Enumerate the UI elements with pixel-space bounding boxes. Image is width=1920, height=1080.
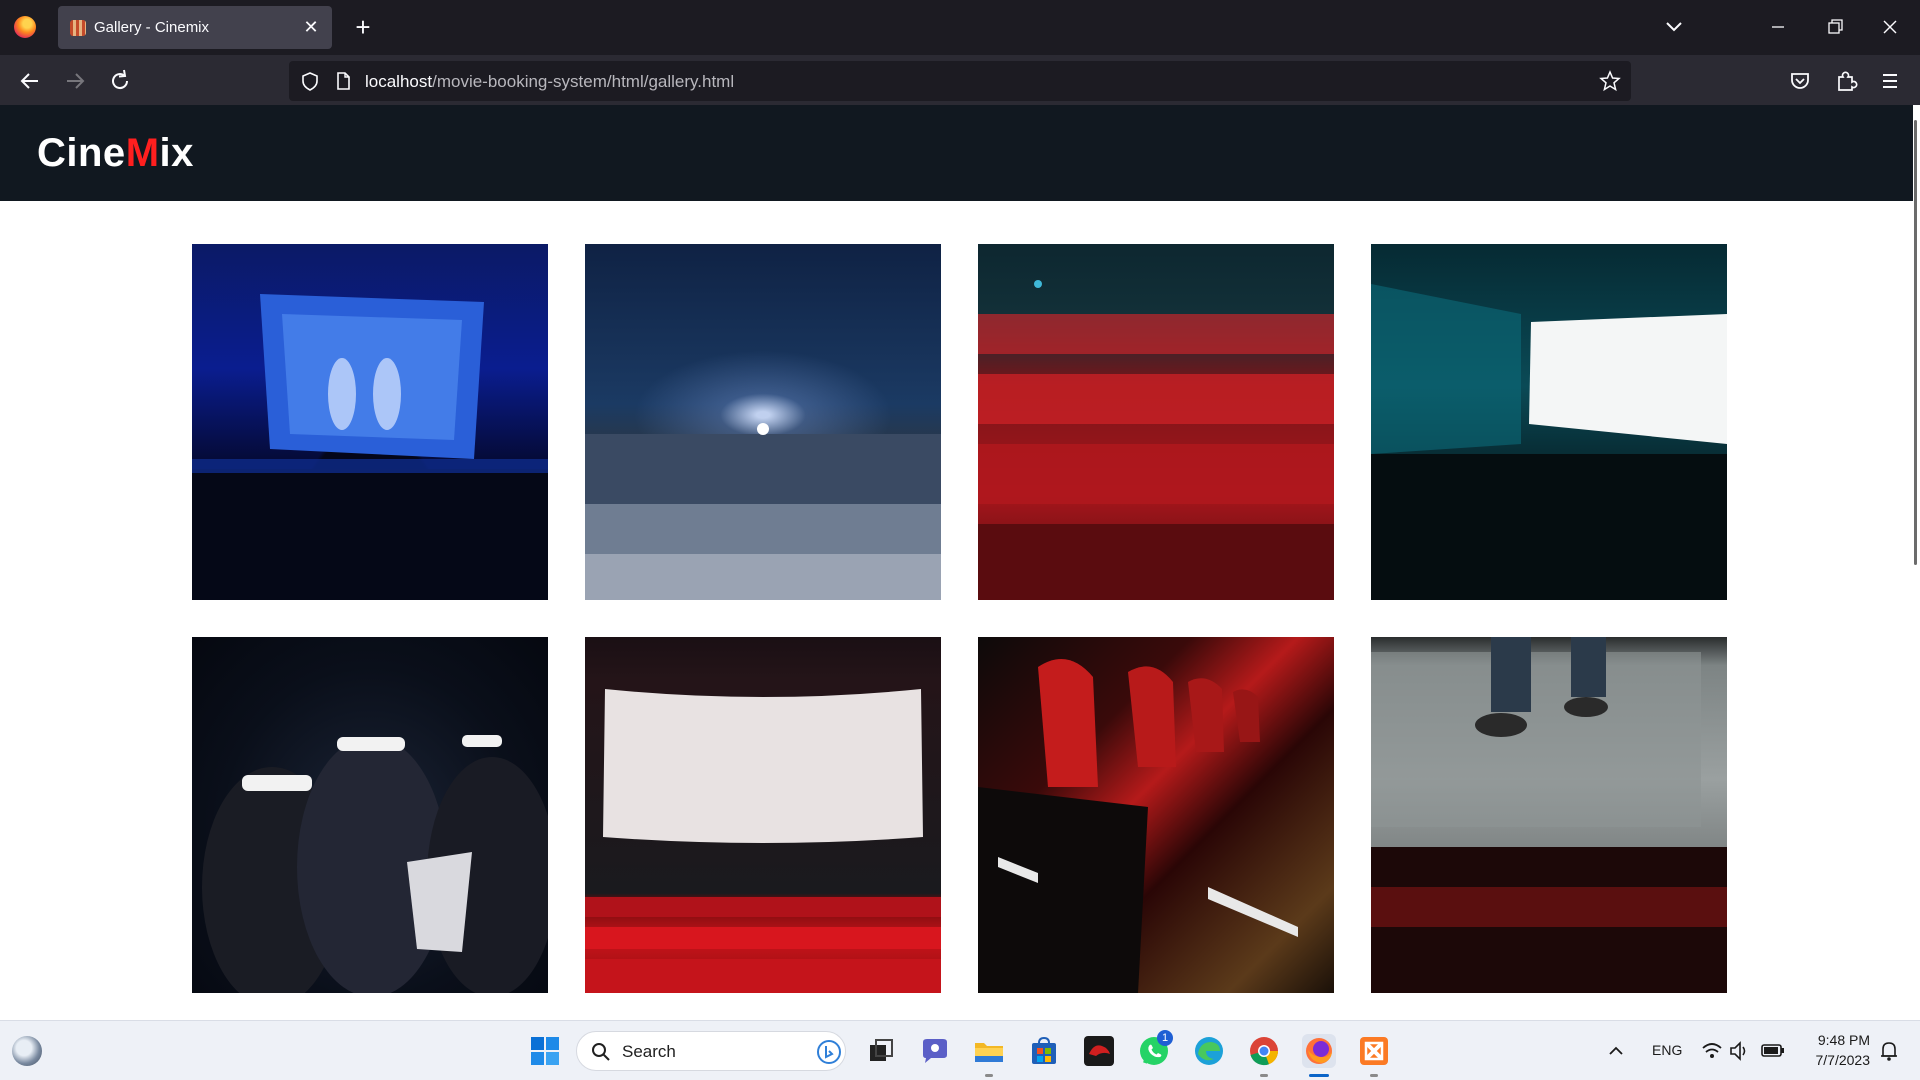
gallery-image-blank-screen-hall[interactable] [1371,244,1727,600]
clock-time[interactable]: 9:48 PM [1810,1032,1870,1048]
firefox-icon [1306,1038,1332,1064]
microsoft-store-button[interactable] [1027,1034,1061,1068]
browser-tab-bar: Gallery - Cinemix ✕ + [0,0,1920,55]
minimize-button[interactable] [1758,12,1798,42]
restore-icon [1828,19,1843,34]
windows-taskbar: Search 1 ENG 9:48 PM 7/7/2023 [0,1020,1920,1080]
battery-icon[interactable] [1760,1034,1786,1068]
gallery-image-audience-red-seats[interactable] [978,244,1334,600]
arrow-left-icon [20,73,38,89]
reload-icon [112,69,129,90]
page-scrollbar-thumb[interactable] [1914,120,1917,565]
firefox-menu-icon[interactable] [14,16,36,38]
logo-text-cine: Cine [37,131,126,175]
show-hidden-icons-button[interactable] [1604,1034,1628,1068]
xampp-button[interactable] [1357,1034,1391,1068]
hamburger-menu-icon [1883,74,1897,88]
gallery-image-3d-glasses-viewers[interactable] [192,637,548,993]
gallery-image-screen-sneakers[interactable] [1371,637,1727,993]
extensions-button[interactable] [1830,65,1862,97]
chrome-icon [1250,1037,1279,1066]
file-explorer-button[interactable] [972,1034,1006,1068]
puzzle-icon [1838,71,1858,91]
volume-icon[interactable] [1728,1034,1752,1068]
new-tab-button[interactable]: + [348,12,378,42]
gaming-app-button[interactable] [1082,1034,1116,1068]
stage-screen-graphic [192,294,548,600]
taskbar-search-box[interactable]: Search [576,1031,846,1071]
cinemix-logo[interactable]: CineMix [37,131,194,176]
close-window-button[interactable] [1870,12,1910,42]
list-all-tabs-button[interactable] [1660,14,1688,40]
browser-navigation-bar: localhost/movie-booking-system/html/gall… [0,55,1920,105]
sneaker-screen-graphic [1371,637,1727,993]
gallery-image-empty-screen[interactable] [585,637,941,993]
audience-graphic [978,280,1334,600]
gallery-image-crowded-auditorium[interactable] [585,244,941,600]
logo-text-accent: M [125,131,160,175]
close-icon [1883,20,1897,34]
folder-icon [975,1043,1003,1062]
reload-button[interactable] [104,65,136,97]
site-header: CineMix [0,105,1920,201]
gallery-image-red-seat-row[interactable] [978,637,1334,993]
wifi-icon[interactable] [1700,1034,1724,1068]
game-icon [1084,1036,1114,1066]
start-button[interactable] [528,1034,562,1068]
url-text[interactable]: localhost/movie-booking-system/html/gall… [365,72,734,92]
chrome-running-indicator [1260,1074,1268,1077]
language-indicator[interactable]: ENG [1652,1042,1682,1058]
whatsapp-notification-badge: 1 [1157,1030,1173,1046]
seat-row-graphic [978,659,1298,993]
shield-icon[interactable] [299,70,321,92]
edge-browser-button[interactable] [1192,1034,1226,1068]
back-button[interactable] [14,65,46,97]
logo-text-ix: ix [159,131,194,175]
browser-tab-active[interactable]: Gallery - Cinemix ✕ [58,6,332,49]
store-icon [1032,1036,1056,1064]
xampp-icon [1360,1037,1388,1065]
url-host: localhost [365,72,433,91]
weather-widget-icon[interactable] [12,1036,42,1066]
xampp-running-indicator [1370,1074,1378,1077]
clock-date[interactable]: 7/7/2023 [1800,1052,1871,1068]
gallery-image-theater-stage[interactable] [192,244,548,600]
site-favicon-icon [70,20,86,36]
viewers-graphic [202,735,548,993]
file-explorer-running-indicator [985,1074,993,1077]
edge-icon [1195,1037,1223,1065]
search-icon [592,1043,610,1061]
page-icon[interactable] [333,70,353,92]
search-label: Search [622,1042,676,1061]
chat-icon [923,1039,947,1063]
bing-icon[interactable] [817,1040,841,1064]
star-bookmark-icon[interactable] [1599,70,1621,92]
firefox-taskbar-button[interactable] [1302,1034,1336,1068]
windows-start-icon [531,1037,559,1065]
task-view-icon [870,1039,893,1061]
minimize-icon [1772,26,1784,28]
app-menu-button[interactable] [1874,65,1906,97]
restore-button[interactable] [1814,12,1854,42]
firefox-active-indicator [1309,1074,1329,1077]
bell-icon [1881,1042,1897,1061]
task-view-button[interactable] [864,1034,898,1068]
chevron-up-icon [1609,1046,1623,1055]
tab-title: Gallery - Cinemix [94,19,210,36]
empty-screen-graphic [585,689,941,993]
bright-screen-graphic [1371,284,1727,600]
tab-close-button[interactable]: ✕ [298,14,324,40]
forward-button[interactable] [59,65,91,97]
teams-chat-button[interactable] [918,1034,952,1068]
url-path: /movie-booking-system/html/gallery.html [432,72,735,91]
arrow-right-icon [67,73,85,89]
pocket-icon [1791,73,1809,89]
notifications-button[interactable] [1876,1034,1902,1068]
chrome-button[interactable] [1247,1034,1281,1068]
crowd-graphic [585,423,941,600]
chevron-down-icon [1666,22,1682,32]
address-bar[interactable]: localhost/movie-booking-system/html/gall… [289,61,1631,101]
pocket-button[interactable] [1784,65,1816,97]
